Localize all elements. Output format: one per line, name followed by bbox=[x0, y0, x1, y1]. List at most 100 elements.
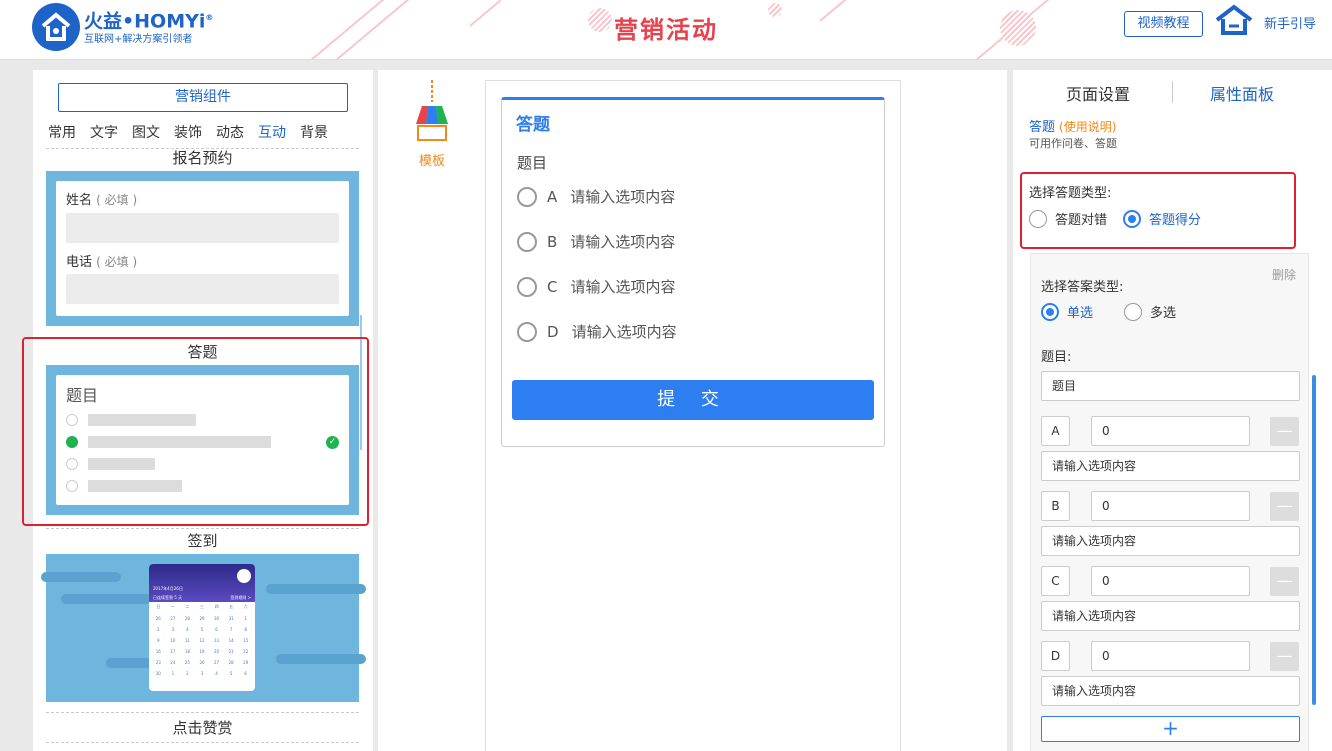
option-letter-c: C bbox=[1041, 566, 1070, 596]
logo-registered-mark: ® bbox=[205, 13, 214, 23]
remove-option-a-button[interactable]: — bbox=[1270, 417, 1299, 446]
option-text: 请输入选项内容 bbox=[571, 323, 677, 341]
option-text-d[interactable]: 请输入选项内容 bbox=[1041, 676, 1300, 706]
option-text: 请输入选项内容 bbox=[570, 233, 676, 251]
tab-background[interactable]: 背景 bbox=[300, 122, 328, 142]
option-b[interactable]: B 请输入选项内容 bbox=[517, 231, 675, 252]
calendar-day: 21 bbox=[228, 649, 234, 654]
radio-icon bbox=[517, 321, 537, 342]
calendar-weekday: 五 bbox=[229, 604, 234, 609]
tab-common[interactable]: 常用 bbox=[48, 122, 76, 142]
calendar-day: 1 bbox=[171, 671, 175, 676]
answer-type-single[interactable]: 单选 bbox=[1041, 302, 1093, 321]
calendar-day: 7 bbox=[229, 627, 233, 632]
beginner-guide-button[interactable]: 新手引导 bbox=[1214, 4, 1332, 38]
logo-house-icon bbox=[32, 3, 80, 51]
option-text: 请输入选项内容 bbox=[570, 188, 676, 206]
option-d[interactable]: D 请输入选项内容 bbox=[517, 321, 677, 342]
template-shop-icon bbox=[416, 80, 448, 141]
calendar-day: 16 bbox=[155, 649, 161, 654]
tab-image-text[interactable]: 图文 bbox=[132, 122, 160, 142]
calendar-day: 24 bbox=[170, 660, 176, 665]
calendar-day: 28 bbox=[228, 660, 234, 665]
calendar-day: 17 bbox=[170, 649, 176, 654]
calendar-weekday: 二 bbox=[185, 604, 190, 609]
template-button[interactable]: 模板 bbox=[414, 80, 450, 169]
submit-button[interactable]: 提 交 bbox=[512, 380, 874, 420]
calendar-day: 13 bbox=[214, 638, 220, 643]
tab-property-panel[interactable]: 属性面板 bbox=[1210, 81, 1274, 105]
right-scrollbar[interactable] bbox=[1312, 375, 1316, 705]
section-like-title: 点击赞赏 bbox=[172, 719, 233, 737]
tab-decoration[interactable]: 装饰 bbox=[174, 122, 202, 142]
phone-required: ( 必填 ) bbox=[96, 255, 138, 269]
radio-selected-icon bbox=[1041, 302, 1059, 321]
component-description: 可用作问卷、答题 bbox=[1029, 137, 1117, 150]
answer-type-multiple[interactable]: 多选 bbox=[1124, 302, 1176, 321]
calendar-weekday: 一 bbox=[170, 604, 175, 609]
radio-icon bbox=[517, 186, 537, 207]
single-label: 单选 bbox=[1067, 306, 1094, 321]
calendar-day: 31 bbox=[228, 616, 234, 621]
calendar-day: 29 bbox=[243, 660, 249, 665]
option-text-a[interactable]: 请输入选项内容 bbox=[1041, 451, 1300, 481]
quiz-question: 题目 bbox=[517, 154, 548, 172]
phone-label: 电话 bbox=[66, 255, 93, 270]
tab-interaction[interactable]: 互动 bbox=[258, 122, 286, 142]
marketing-components-button[interactable]: 营销组件 bbox=[58, 83, 348, 112]
category-tabs: 常用 文字 图文 装饰 动态 互动 背景 bbox=[48, 122, 342, 142]
question-input[interactable]: 题目 bbox=[1041, 371, 1300, 401]
delete-button[interactable]: 删除 bbox=[1272, 266, 1296, 283]
tab-page-settings[interactable]: 页面设置 bbox=[1066, 81, 1130, 105]
option-score-d[interactable]: 0 bbox=[1091, 641, 1250, 671]
checkin-template[interactable]: 2017年4月26日 已连续签到 5 天 签到规则 > 日一二三四五六 26 27 2… bbox=[41, 554, 366, 702]
calendar-day: 19 bbox=[199, 649, 205, 654]
remove-option-c-button[interactable]: — bbox=[1270, 567, 1299, 596]
logo-name: 火益•HOMYi bbox=[84, 10, 206, 33]
option-score-b[interactable]: 0 bbox=[1091, 491, 1250, 521]
calendar-day: 4 bbox=[186, 627, 189, 632]
option-score-a[interactable]: 0 bbox=[1091, 416, 1250, 446]
option-letter: A bbox=[547, 187, 558, 206]
option-text-c[interactable]: 请输入选项内容 bbox=[1041, 601, 1300, 631]
tab-text[interactable]: 文字 bbox=[90, 122, 118, 142]
calendar-day: 27 bbox=[170, 616, 176, 621]
component-name: 答题 bbox=[1029, 120, 1056, 135]
phone-canvas: 答题 题目 A 请输入选项内容 B 请输入选项内容 C 请输入选项内容 D 请输入选项内… bbox=[485, 80, 901, 751]
tab-divider bbox=[1172, 81, 1173, 103]
option-a[interactable]: A 请输入选项内容 bbox=[517, 186, 675, 207]
radio-icon bbox=[517, 231, 537, 252]
calendar-day: 14 bbox=[228, 638, 234, 643]
calendar-day: 3 bbox=[200, 671, 204, 676]
option-score-c[interactable]: 0 bbox=[1091, 566, 1250, 596]
quiz-component[interactable]: 答题 题目 A 请输入选项内容 B 请输入选项内容 C 请输入选项内容 D 请输入选项内… bbox=[501, 97, 885, 447]
brand-logo[interactable]: 火益•HOMYi® 互联网+解决方案引领者 bbox=[32, 3, 213, 51]
option-letter-b: B bbox=[1041, 491, 1070, 521]
usage-help-link[interactable]: (使用说明) bbox=[1059, 120, 1116, 134]
video-tutorial-button[interactable]: 视频教程 bbox=[1124, 11, 1203, 37]
calendar-day: 29 bbox=[199, 616, 205, 621]
option-text-b[interactable]: 请输入选项内容 bbox=[1041, 526, 1300, 556]
calendar-day: 28 bbox=[184, 616, 190, 621]
radio-icon bbox=[517, 276, 537, 297]
calendar-day: 23 bbox=[155, 660, 161, 665]
option-letter-d: D bbox=[1041, 641, 1070, 671]
answer-editor: 删除 选择答案类型: 单选 多选 题目: 题目 A 0 — 请输入选项内容 B … bbox=[1030, 253, 1309, 751]
name-label: 姓名 bbox=[66, 193, 93, 208]
guide-label: 新手引导 bbox=[1264, 16, 1317, 32]
section-checkin-title: 签到 bbox=[187, 532, 218, 550]
calendar-weekday: 三 bbox=[199, 604, 204, 609]
answer-type-label: 选择答案类型: bbox=[1041, 280, 1124, 295]
calendar-day: 25 bbox=[184, 660, 190, 665]
option-c[interactable]: C 请输入选项内容 bbox=[517, 276, 676, 297]
remove-option-d-button[interactable]: — bbox=[1270, 642, 1299, 671]
calendar-day: 18 bbox=[184, 649, 190, 654]
calendar-day: 20 bbox=[214, 649, 220, 654]
calendar-day: 30 bbox=[214, 616, 220, 621]
add-option-button[interactable]: + bbox=[1041, 716, 1300, 742]
remove-option-b-button[interactable]: — bbox=[1270, 492, 1299, 521]
option-letter: C bbox=[547, 277, 558, 296]
tab-animation[interactable]: 动态 bbox=[216, 122, 244, 142]
calendar-day: 26 bbox=[155, 616, 161, 621]
signup-template[interactable]: 姓名 ( 必填 ) 电话 ( 必填 ) bbox=[46, 171, 359, 326]
